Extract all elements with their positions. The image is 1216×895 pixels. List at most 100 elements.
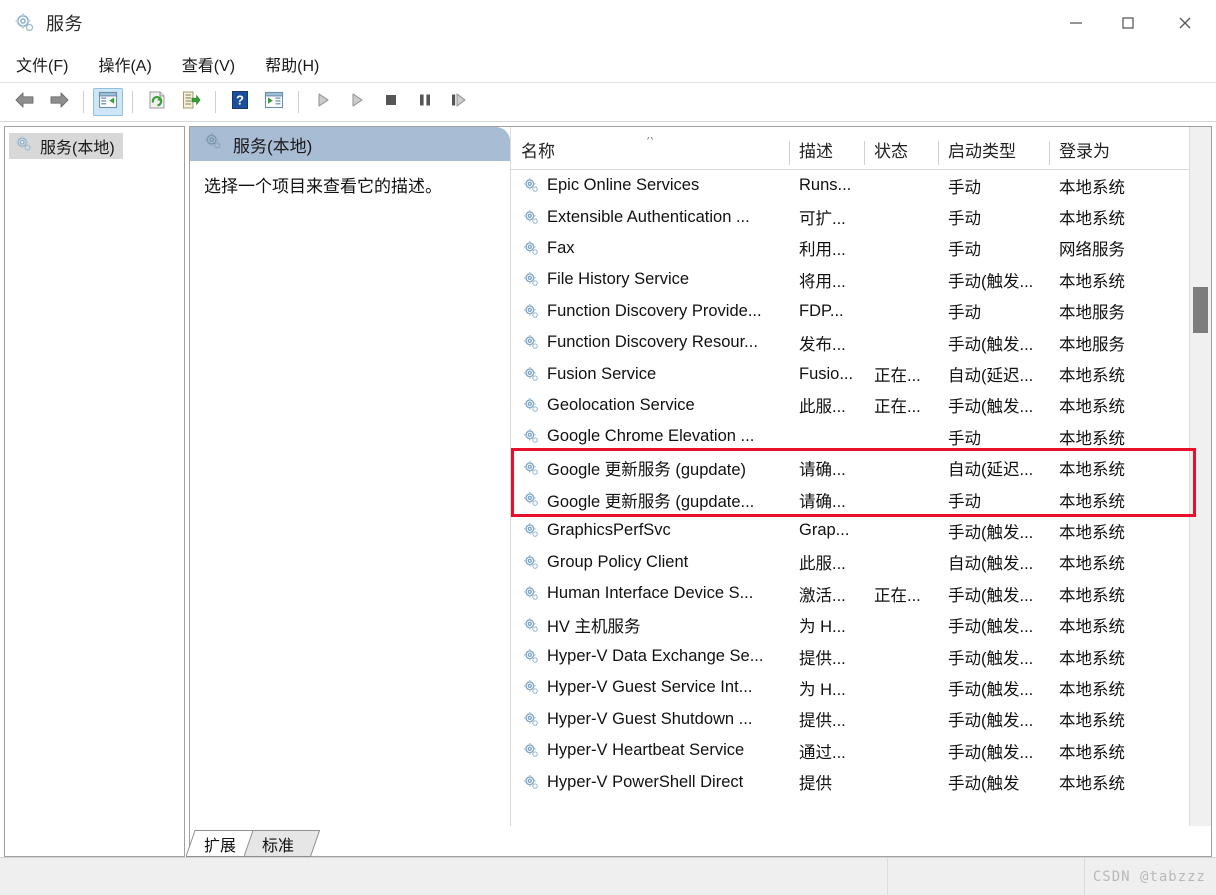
services-list[interactable]: Epic Online Services Runs... 手动本地系统 Extensi…: [511, 170, 1211, 826]
service-name-label: GraphicsPerfSvc: [547, 521, 671, 540]
service-gear-icon: [523, 397, 540, 414]
cell-startup-type: 手动: [948, 210, 981, 229]
properties-button[interactable]: [259, 88, 289, 116]
arrow-left-icon: [14, 91, 36, 114]
stop-service-button[interactable]: [376, 88, 406, 116]
column-header-status[interactable]: 状态: [864, 137, 938, 169]
back-button[interactable]: [10, 88, 40, 116]
cell-service-name: Function Discovery Resour...: [511, 333, 789, 352]
service-gear-icon: [523, 711, 540, 728]
table-row[interactable]: Group Policy Client 此服... 自动(触发... 本地系统: [511, 547, 1211, 578]
table-row[interactable]: Fax 利用... 手动 网络服务: [511, 233, 1211, 264]
table-row[interactable]: Google 更新服务 (gupdate... 请确... 手动 本地系统: [511, 484, 1211, 515]
cell-service-name: Function Discovery Provide...: [511, 302, 789, 321]
table-row[interactable]: Function Discovery Resour... 发布... 手动(触发..…: [511, 327, 1211, 358]
sidebar-item-services-local[interactable]: 服务(本地): [9, 133, 123, 159]
maximize-button[interactable]: [1102, 0, 1154, 46]
column-header-name[interactable]: ^ 名称: [511, 137, 789, 169]
cell-startup-type: 自动(延迟...: [948, 367, 1034, 386]
cell-startup-type: 手动(触发...: [948, 335, 1034, 354]
scrollbar-thumb[interactable]: [1193, 287, 1208, 333]
help-button[interactable]: ?: [225, 88, 255, 116]
cell-service-name: Hyper-V Guest Shutdown ...: [511, 710, 789, 729]
details-header-label: 服务(本地): [233, 136, 313, 156]
services-list-pane: ^ 名称 描述 状态 启动类型 登录为 Epic Online Services…: [510, 127, 1211, 826]
service-name-label: Hyper-V Heartbeat Service: [547, 741, 745, 760]
tab-extended[interactable]: 扩展: [185, 830, 263, 857]
table-row[interactable]: Epic Online Services Runs... 手动 本地系统: [511, 170, 1211, 201]
column-header-logon[interactable]: 登录为: [1049, 137, 1139, 169]
cell-log-on-as: 本地系统: [1059, 555, 1125, 574]
cell-service-name: Human Interface Device S...: [511, 584, 789, 603]
column-header-logon-label: 登录为: [1059, 142, 1110, 161]
cell-log-on-as: 本地服务: [1059, 335, 1125, 354]
menu-help[interactable]: 帮助(H): [263, 49, 321, 79]
service-gear-icon: [523, 177, 540, 194]
toolbar-separator: [298, 91, 299, 113]
menu-file[interactable]: 文件(F): [14, 49, 70, 79]
resume-service-button[interactable]: [342, 88, 372, 116]
table-row[interactable]: Hyper-V Guest Shutdown ... 提供... 手动(触发... 本…: [511, 704, 1211, 735]
service-name-label: Geolocation Service: [547, 395, 695, 414]
restart-service-button[interactable]: [444, 88, 474, 116]
cell-startup-type: 手动(触发...: [948, 272, 1034, 291]
restart-icon: [449, 91, 469, 114]
refresh-icon: [147, 90, 167, 115]
table-row[interactable]: Hyper-V Data Exchange Se... 提供... 手动(触发...…: [511, 641, 1211, 672]
cell-log-on-as: 本地系统: [1059, 743, 1125, 762]
cell-description: 提供: [799, 775, 832, 794]
toolbar-separator: [132, 91, 133, 113]
cell-service-name: Epic Online Services: [511, 176, 789, 195]
cell-startup-type: 手动(触发...: [948, 523, 1034, 542]
cell-description: 请确...: [799, 492, 846, 511]
cell-description: Fusio...: [799, 364, 854, 383]
cell-startup-type: 自动(延迟...: [948, 461, 1034, 480]
show-tree-button[interactable]: [93, 88, 123, 116]
service-gear-icon: [523, 585, 540, 602]
toolbar: ?: [0, 83, 1216, 122]
refresh-button[interactable]: [142, 88, 172, 116]
table-row[interactable]: Human Interface Device S... 激活... 正在... 手动(…: [511, 578, 1211, 609]
table-row[interactable]: GraphicsPerfSvc Grap... 手动(触发... 本地系统: [511, 515, 1211, 546]
table-row[interactable]: Google 更新服务 (gupdate) 请确... 自动(延迟... 本地系统: [511, 453, 1211, 484]
forward-button[interactable]: [44, 88, 74, 116]
cell-startup-type: 手动(触发...: [948, 712, 1034, 731]
service-gear-icon: [523, 679, 540, 696]
cell-log-on-as: 本地系统: [1059, 775, 1125, 794]
cell-description: Runs...: [799, 176, 852, 195]
menu-action[interactable]: 操作(A): [96, 49, 153, 79]
close-button[interactable]: [1154, 0, 1216, 46]
start-service-button[interactable]: [308, 88, 338, 116]
cell-service-name: Google 更新服务 (gupdate): [511, 456, 789, 480]
table-row[interactable]: Google Chrome Elevation ... 手动 本地系统: [511, 421, 1211, 452]
vertical-scrollbar[interactable]: [1189, 127, 1211, 826]
table-row[interactable]: Hyper-V Heartbeat Service 通过... 手动(触发... 本地…: [511, 735, 1211, 766]
table-row[interactable]: Function Discovery Provide... FDP... 手动 本地服…: [511, 296, 1211, 327]
service-gear-icon: [523, 522, 540, 539]
table-row[interactable]: File History Service 将用... 手动(触发... 本地系统: [511, 264, 1211, 295]
service-name-label: Hyper-V PowerShell Direct: [547, 772, 744, 791]
services-window: 服务 文件(F) 操作(A) 查看(V) 帮助(H) ? 服务(本地) 服务(本…: [0, 0, 1216, 895]
menu-view[interactable]: 查看(V): [180, 49, 237, 79]
table-row[interactable]: Extensible Authentication ... 可扩... 手动 本地系统: [511, 201, 1211, 232]
export-list-button[interactable]: [176, 88, 206, 116]
table-row[interactable]: Hyper-V PowerShell Direct 提供 手动(触发 本地系统: [511, 766, 1211, 797]
pause-service-button[interactable]: [410, 88, 440, 116]
window-title: 服务: [46, 14, 83, 34]
cell-status: 正在...: [874, 586, 921, 605]
minimize-button[interactable]: [1050, 0, 1102, 46]
table-row[interactable]: Geolocation Service 此服... 正在... 手动(触发... 本地系…: [511, 390, 1211, 421]
properties-icon: [264, 91, 284, 114]
cell-description: 提供...: [799, 649, 846, 668]
column-header-description[interactable]: 描述: [789, 137, 864, 169]
column-header-startup[interactable]: 启动类型: [938, 137, 1049, 169]
cell-status: 正在...: [874, 367, 921, 386]
tab-standard[interactable]: 标准: [243, 830, 321, 857]
cell-startup-type: 手动: [948, 178, 981, 197]
table-row[interactable]: HV 主机服务 为 H... 手动(触发... 本地系统: [511, 609, 1211, 640]
table-row[interactable]: Fusion Service Fusio... 正在... 自动(延迟... 本地系统: [511, 358, 1211, 389]
table-row[interactable]: Hyper-V Guest Service Int... 为 H... 手动(触发.…: [511, 672, 1211, 703]
window-controls: [1050, 0, 1216, 46]
cell-status: 正在...: [874, 398, 921, 417]
cell-startup-type: 手动(触发...: [948, 586, 1034, 605]
